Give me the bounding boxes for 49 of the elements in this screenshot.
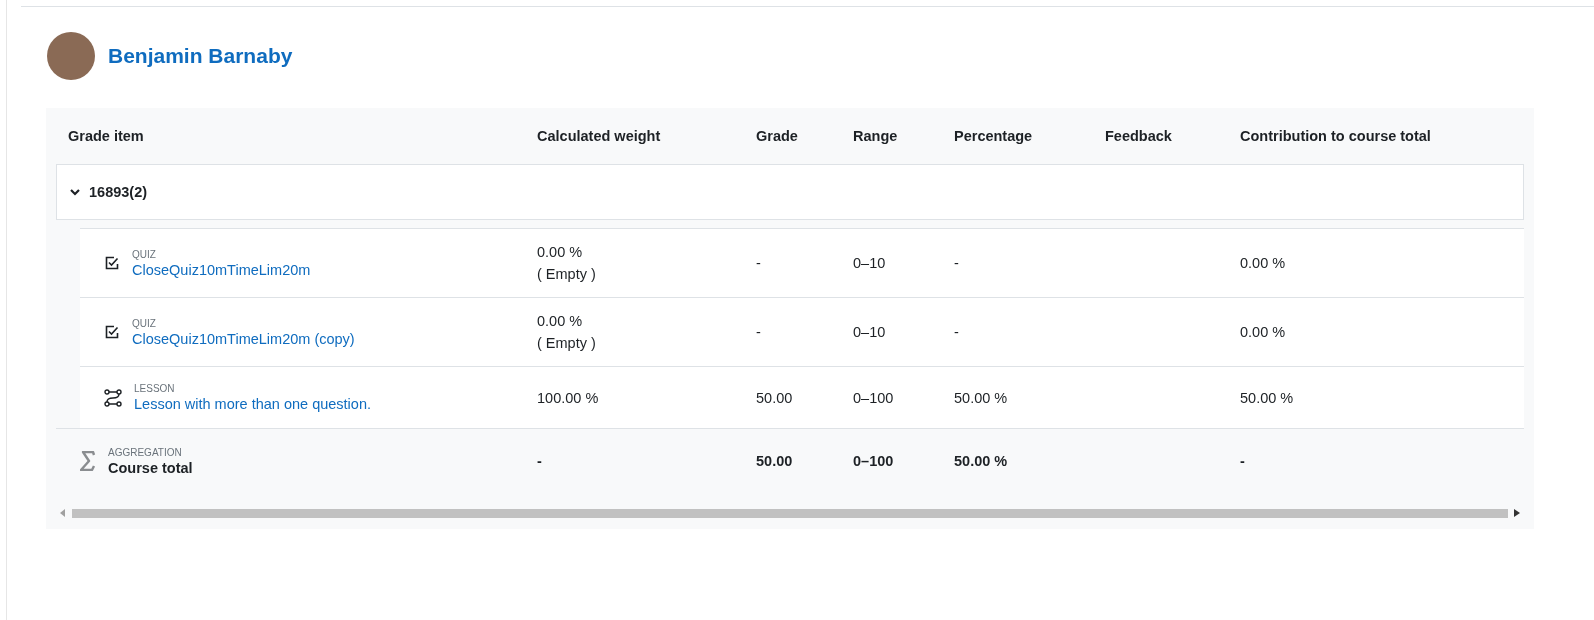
chevron-icon [69,186,81,198]
weight-value: 0.00 % [537,244,584,260]
column-header: Contribution to course total [1240,128,1432,144]
weight-note: ( Empty ) [537,335,597,351]
column-header: Feedback [1105,128,1173,144]
contribution-value: 50.00 % [1240,389,1294,406]
column-header: Grade [756,128,799,144]
item-type-label: LESSON [134,383,176,394]
range-value: 0–100 [853,389,894,406]
weight-value: 0.00 % [537,313,584,329]
weight-value: - [537,453,542,469]
range-value: 0–100 [853,453,894,469]
grade-item-link[interactable]: CloseQuiz10mTimeLim20m [132,261,311,278]
grade-value: - [756,255,761,271]
percentage-value: 50.00 % [954,453,1008,469]
item-type-label: QUIZ [132,317,157,329]
checkbox-icon [104,255,120,271]
scroll-right-icon[interactable] [1514,509,1520,517]
contribution-value: 0.00 % [1240,255,1286,271]
contribution-value: 0.00 % [1240,324,1286,340]
grade-item-link[interactable]: CloseQuiz10mTimeLim20m (copy) [132,330,355,347]
percentage-value: 50.00 % [954,389,1008,406]
column-header: Range [853,128,899,144]
column-header: Calculated weight [537,128,662,144]
percentage-value: - [954,324,959,340]
category-name: 16893(2) [89,184,148,200]
user-name-link[interactable]: Benjamin Barnaby [108,44,293,68]
scroll-left-icon[interactable] [60,509,66,517]
range-value: 0–10 [853,255,886,271]
grade-value: 50.00 [756,453,793,469]
contribution-value: - [1240,453,1245,469]
range-value: 0–10 [853,324,886,340]
item-type-label: AGGREGATION [108,446,183,458]
scrollbar-thumb[interactable] [72,508,1508,518]
collapse-toggle[interactable] [69,186,81,198]
column-header: Percentage [954,128,1034,144]
percentage-value: - [954,255,959,271]
checkbox-icon [104,324,120,340]
sigma-icon [80,451,96,471]
route-icon [104,388,122,407]
grade-value: 50.00 [756,389,793,406]
weight-note: ( Empty ) [537,266,597,282]
course-total-label: Course total [108,459,193,476]
weight-value: 100.00 % [537,389,600,406]
grade-item-link[interactable]: Lesson with more than one question. [134,396,371,412]
column-header: Grade item [67,128,145,144]
grade-value: - [756,324,761,340]
avatar-placeholder [47,32,95,80]
item-type-label: QUIZ [132,248,157,260]
